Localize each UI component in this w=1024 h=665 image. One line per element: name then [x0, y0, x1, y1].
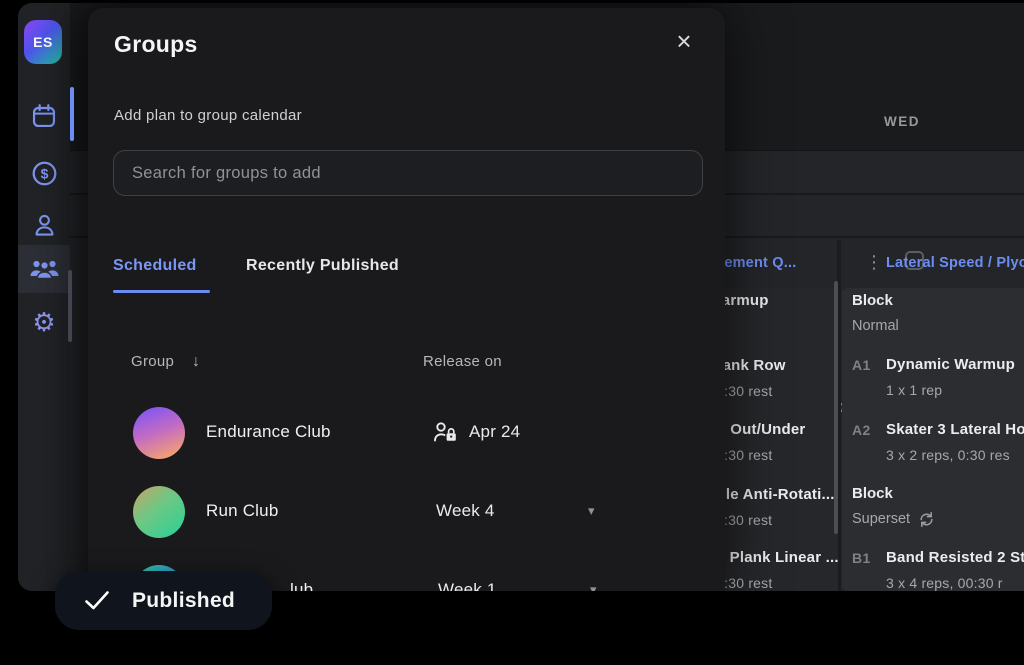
- weekday-header: WED: [842, 114, 962, 129]
- group-name: lub: [290, 580, 313, 591]
- exercise-name[interactable]: Band Resisted 2 Step: [886, 549, 1024, 566]
- workspace-avatar[interactable]: ES: [24, 20, 62, 64]
- block-subtitle: Superset: [852, 511, 910, 527]
- sort-descending-icon[interactable]: ↓: [192, 353, 200, 371]
- app-window: WED Day 2 + ovement Q... ⋮ Lateral Speed…: [18, 3, 1024, 591]
- screen: WED Day 2 + ovement Q... ⋮ Lateral Speed…: [0, 0, 1024, 665]
- release-week-select[interactable]: Week 1: [438, 580, 497, 591]
- sidebar-item-clients[interactable]: [18, 201, 70, 249]
- card-scrollbar[interactable]: [834, 281, 838, 534]
- exercise-name[interactable]: Dynamic Warmup: [886, 356, 1015, 373]
- exercise-name[interactable]: Skater 3 Lateral Hop: [886, 421, 1024, 438]
- release-week-select[interactable]: Week 4: [436, 501, 495, 521]
- block-subtitle: Normal: [852, 318, 899, 334]
- workout-card-right: Block Normal A1 Dynamic Warmup 1 x 1 rep…: [842, 288, 1024, 591]
- exercise-label: A2: [852, 422, 871, 438]
- exercise-meta: 3 x 2 reps, 0:30 res: [886, 447, 1010, 463]
- exercise-meta: 3 x 4 reps, 00:30 r: [886, 575, 1003, 591]
- modal-subtitle: Add plan to group calendar: [114, 107, 302, 124]
- sidebar: ES $: [18, 3, 70, 591]
- release-date: Apr 24: [469, 422, 520, 442]
- chevron-down-icon[interactable]: ▾: [590, 583, 597, 591]
- svg-text:$: $: [40, 165, 48, 181]
- published-toast: Published: [55, 571, 272, 630]
- group-search-input[interactable]: [113, 150, 703, 196]
- sidebar-scrollbar[interactable]: [68, 270, 72, 342]
- column-header-group[interactable]: Group: [131, 353, 174, 370]
- workout-card-left: Warmup Plank Row , 0:30 rest ch Out/Unde…: [707, 288, 838, 591]
- sidebar-item-settings[interactable]: ⚙: [18, 299, 70, 347]
- user-lock-icon: [433, 421, 459, 444]
- active-tab-underline: [113, 290, 210, 293]
- dollar-icon: $: [31, 160, 58, 187]
- chevron-down-icon[interactable]: ▾: [588, 504, 595, 519]
- column-header-release-on: Release on: [423, 353, 502, 370]
- workout-title-right[interactable]: Lateral Speed / Plyo: [886, 255, 1024, 271]
- calendar-icon: [31, 103, 57, 129]
- person-icon: [32, 213, 57, 238]
- sidebar-item-billing[interactable]: $: [18, 149, 70, 197]
- gear-icon: ⚙: [32, 310, 55, 336]
- kebab-menu-icon[interactable]: ⋮: [865, 252, 883, 273]
- checkmark-icon: [84, 590, 110, 611]
- modal-title: Groups: [114, 31, 198, 58]
- people-icon: [29, 256, 60, 282]
- group-avatar: [133, 486, 185, 538]
- exercise-name: able Anti-Rotati...: [708, 486, 835, 503]
- group-name: Run Club: [206, 501, 278, 521]
- workout-title-left[interactable]: ovement Q...: [707, 255, 827, 271]
- exercise-label: B1: [852, 550, 871, 566]
- toast-label: Published: [132, 589, 235, 613]
- group-avatar: [133, 407, 185, 459]
- sidebar-item-groups[interactable]: [18, 245, 70, 293]
- exercise-name: all Plank Linear ...: [708, 549, 838, 566]
- exercise-meta: 1 x 1 rep: [886, 382, 942, 398]
- tab-recently-published[interactable]: Recently Published: [246, 257, 399, 275]
- close-icon[interactable]: ×: [666, 24, 702, 60]
- block-title: Block: [852, 485, 893, 502]
- active-nav-indicator: [70, 87, 74, 141]
- tab-scheduled[interactable]: Scheduled: [113, 257, 197, 275]
- exercise-label: A1: [852, 357, 871, 373]
- group-name: Endurance Club: [206, 422, 331, 442]
- block-title: Block: [852, 292, 893, 309]
- groups-modal: Groups × Add plan to group calendar Sche…: [88, 8, 725, 591]
- sidebar-item-calendar[interactable]: [18, 92, 70, 140]
- superset-repeat-icon: [918, 511, 935, 528]
